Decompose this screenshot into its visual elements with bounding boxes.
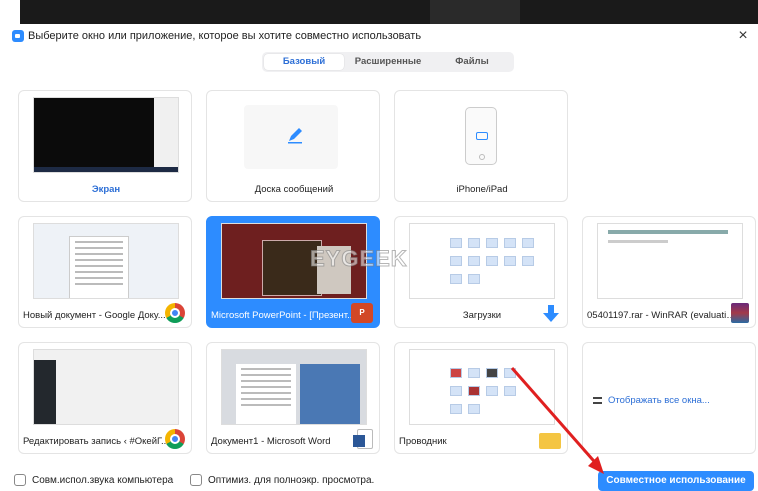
tile-wordpress-edit[interactable]: Редактировать запись ‹ #ОкейГ... <box>18 342 192 454</box>
share-audio-label: Совм.испол.звука компьютера <box>32 475 174 486</box>
tab-files[interactable]: Файлы <box>432 54 512 70</box>
screen-thumbnail <box>33 97 179 173</box>
window-thumbnail <box>33 223 179 299</box>
chrome-icon <box>165 429 185 449</box>
download-arrow-icon <box>543 305 559 322</box>
tile-google-docs[interactable]: Новый документ - Google Доку... <box>18 216 192 328</box>
winrar-icon <box>731 303 749 323</box>
dialog-title: Выберите окно или приложение, которое вы… <box>28 30 422 42</box>
window-thumbnail <box>409 223 555 299</box>
tile-label: 05401197.rar - WinRAR (evaluatio... <box>587 310 737 321</box>
title-bar: Выберите окно или приложение, которое вы… <box>0 26 758 48</box>
background-top-strip <box>0 0 758 24</box>
tile-label: Проводник <box>399 436 447 447</box>
word-icon <box>353 429 373 449</box>
tile-label: Новый документ - Google Доку... <box>23 310 166 321</box>
background-window-edge-2 <box>430 0 520 24</box>
window-thumbnail <box>33 349 179 425</box>
tile-explorer[interactable]: Проводник <box>394 342 568 454</box>
optimize-fullscreen-label: Оптимиз. для полноэкр. просмотра. <box>208 475 375 486</box>
share-button[interactable]: Совместное использование <box>598 471 754 491</box>
tile-iphone-ipad[interactable]: iPhone/iPad <box>394 90 568 202</box>
pen-icon <box>288 128 302 144</box>
tile-whiteboard[interactable]: Доска сообщений <box>206 90 380 202</box>
tile-label: iPhone/iPad <box>456 184 508 195</box>
tile-label: Экран <box>91 184 121 195</box>
footer-bar: Совм.испол.звука компьютера Оптимиз. для… <box>0 470 758 491</box>
background-window-edge <box>20 0 758 24</box>
watermark: EYGEEK <box>310 246 408 272</box>
folder-icon <box>539 433 561 449</box>
tab-advanced[interactable]: Расширенные <box>348 54 428 70</box>
tile-word[interactable]: Документ1 - Microsoft Word <box>206 342 380 454</box>
share-audio-checkbox[interactable] <box>14 474 26 486</box>
close-icon[interactable]: × <box>734 26 752 46</box>
powerpoint-icon: P <box>351 303 373 323</box>
tile-downloads[interactable]: Загрузки <box>394 216 568 328</box>
tile-label: Доска сообщений <box>254 184 334 195</box>
tile-screen[interactable]: Экран <box>18 90 192 202</box>
optimize-fullscreen-checkbox[interactable] <box>190 474 202 486</box>
window-thumbnail <box>409 349 555 425</box>
window-thumbnail <box>221 349 367 425</box>
tile-winrar[interactable]: 05401197.rar - WinRAR (evaluatio... <box>582 216 756 328</box>
tile-powerpoint[interactable]: Microsoft PowerPoint - [Презент... P <box>206 216 380 328</box>
share-tabs: Базовый Расширенные Файлы <box>262 52 514 72</box>
tile-label: Документ1 - Microsoft Word <box>211 436 331 447</box>
chrome-icon <box>165 303 185 323</box>
tab-basic[interactable]: Базовый <box>264 54 344 70</box>
window-thumbnail <box>597 223 743 299</box>
tile-label: Microsoft PowerPoint - [Презент... <box>211 310 356 321</box>
show-all-label: Отображать все окна... <box>608 395 710 406</box>
show-all-windows-link[interactable]: Отображать все окна... <box>593 395 710 406</box>
zoom-app-icon <box>12 30 24 42</box>
tile-show-all-windows[interactable]: Отображать все окна... <box>582 342 756 454</box>
tile-label: Редактировать запись ‹ #ОкейГ... <box>23 436 169 447</box>
phone-icon <box>465 107 497 165</box>
list-icon <box>593 397 602 404</box>
